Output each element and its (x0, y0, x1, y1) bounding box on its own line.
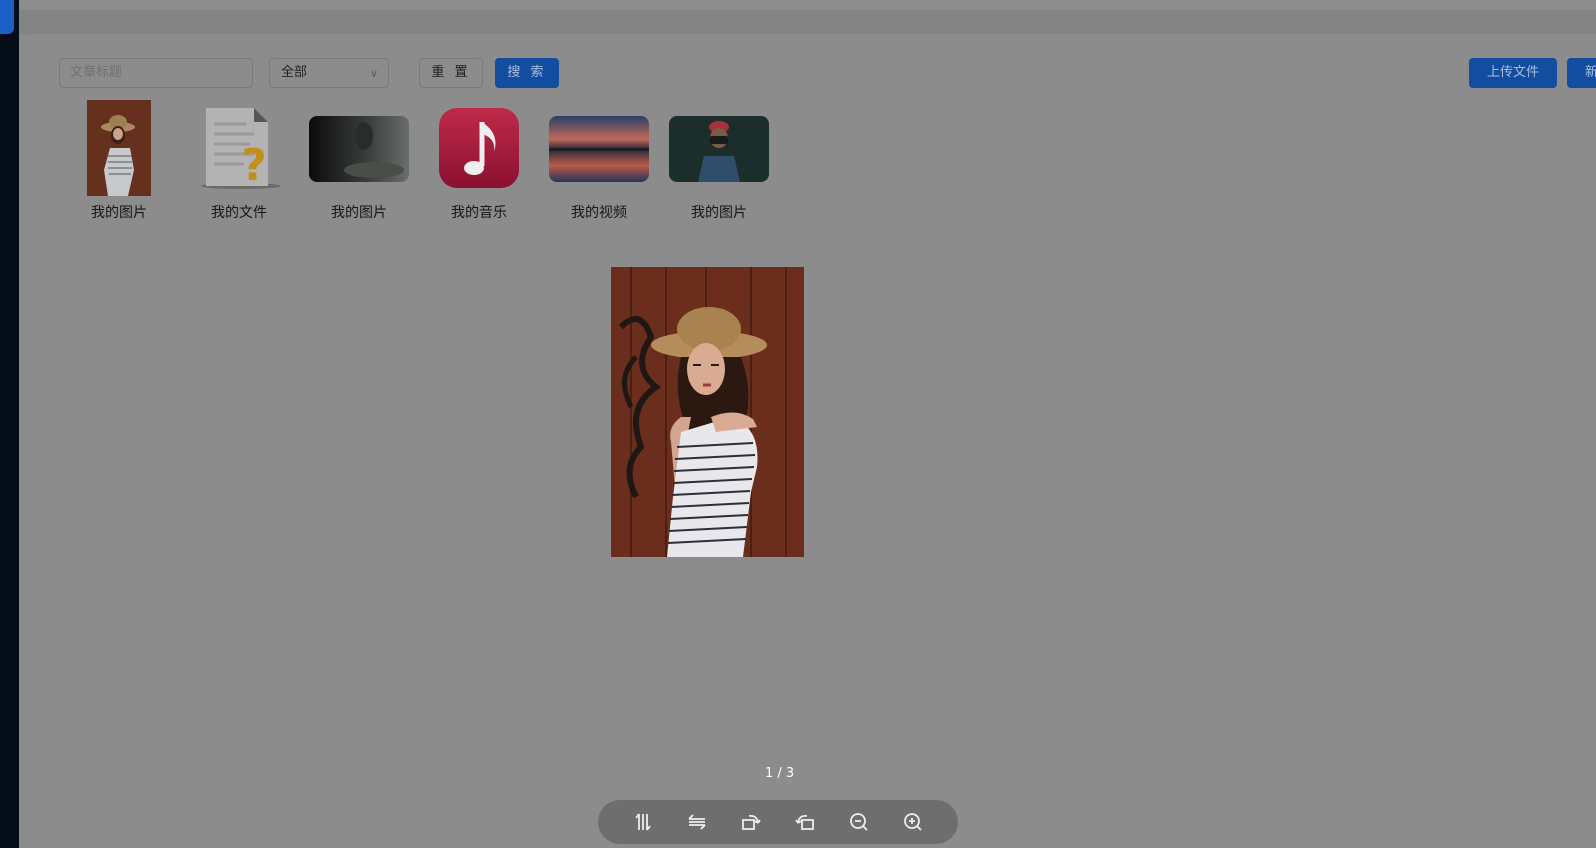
chevron-down-icon: ∨ (369, 67, 378, 80)
file-item[interactable]: 我的图片 (664, 100, 774, 224)
flip-vertical-icon[interactable] (631, 810, 655, 834)
rotate-left-icon[interactable] (793, 810, 817, 834)
unknown-file-icon: ? (201, 108, 281, 191)
flip-horizontal-icon[interactable] (685, 810, 709, 834)
file-label: 我的图片 (331, 205, 387, 221)
portrait-photo-thumbnail (87, 100, 151, 196)
file-item[interactable]: 我的图片 (304, 100, 414, 224)
reset-button[interactable]: 重 置 (419, 58, 483, 88)
music-icon (439, 108, 519, 188)
zoom-in-icon[interactable] (901, 810, 925, 834)
file-label: 我的音乐 (451, 205, 507, 221)
file-label: 我的视频 (571, 205, 627, 221)
file-item[interactable]: 我的图片 (64, 100, 174, 224)
camera-photo-thumbnail (669, 116, 769, 182)
category-select[interactable]: 全部 ∨ (269, 58, 389, 88)
zoom-out-icon[interactable] (847, 810, 871, 834)
svg-text:?: ? (241, 140, 267, 191)
sidebar (0, 0, 19, 848)
preview-image (611, 267, 804, 557)
image-counter: 1 / 3 (765, 766, 795, 781)
file-label: 我的图片 (91, 205, 147, 221)
viewer-toolbar (598, 800, 958, 844)
file-item[interactable]: ? 我的文件 (184, 100, 294, 224)
dark-photo-thumbnail (309, 116, 409, 182)
sidebar-active-item[interactable] (0, 0, 14, 34)
category-select-value: 全部 (281, 65, 308, 80)
file-item[interactable]: 我的视频 (544, 100, 654, 224)
rotate-right-icon[interactable] (739, 810, 763, 834)
title-search-input[interactable]: 文章标题 (59, 58, 253, 88)
tab-bar (19, 10, 1596, 34)
search-button[interactable]: 搜 索 (495, 58, 559, 88)
new-button[interactable]: 新 (1567, 58, 1596, 88)
header-bar (19, 0, 1596, 10)
sunset-video-thumbnail (549, 116, 649, 182)
file-item[interactable]: 我的音乐 (424, 100, 534, 224)
upload-file-button[interactable]: 上传文件 (1469, 58, 1557, 88)
file-label: 我的文件 (211, 205, 267, 221)
file-label: 我的图片 (691, 205, 747, 221)
